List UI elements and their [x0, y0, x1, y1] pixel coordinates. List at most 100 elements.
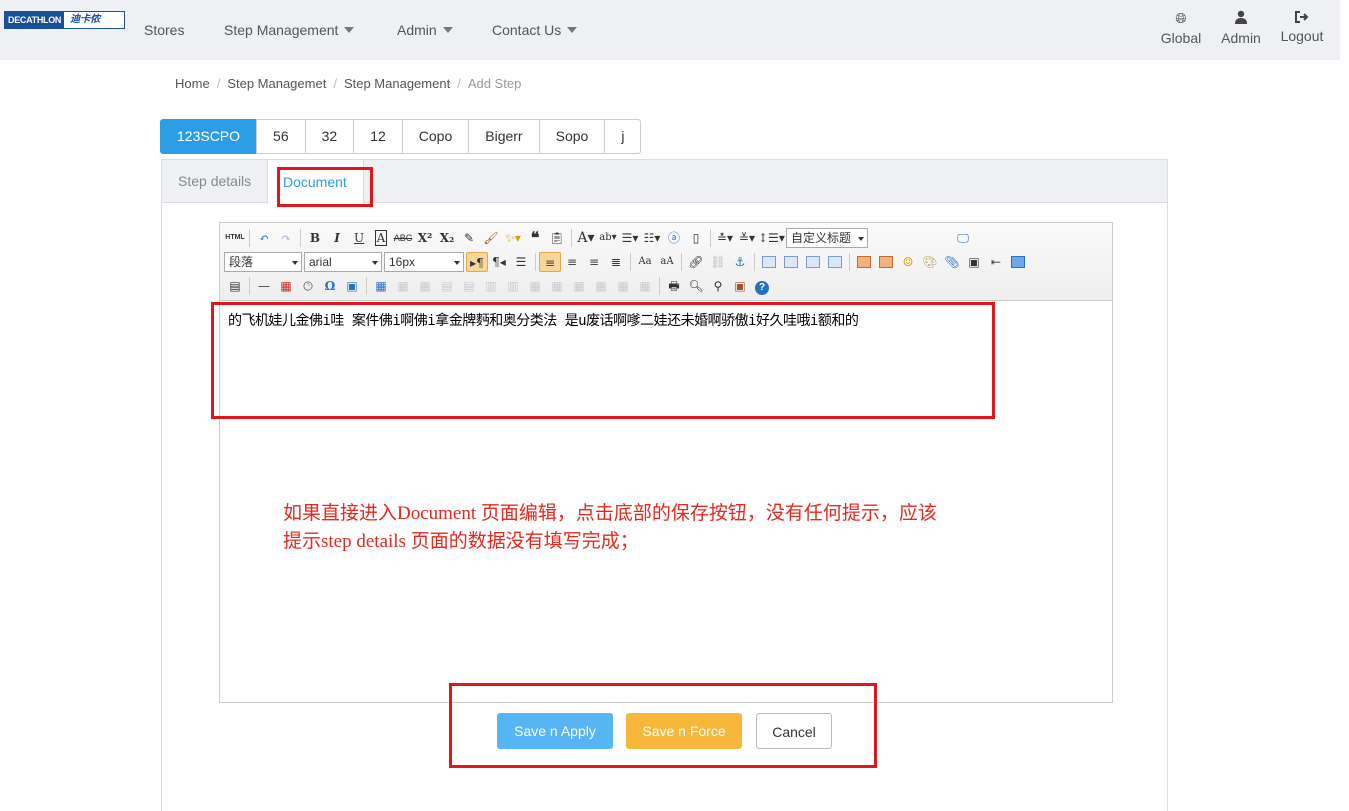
- breadcrumb-step-management[interactable]: Step Management: [344, 76, 450, 91]
- merge-right-icon[interactable]: ▦: [546, 276, 568, 296]
- decathlon-logo[interactable]: DECATHLON 迪卡侬: [4, 11, 125, 29]
- ltr-direction-icon[interactable]: ▸¶: [466, 252, 488, 272]
- italic-icon[interactable]: I: [326, 228, 348, 248]
- insert-row-icon[interactable]: ▤: [436, 276, 458, 296]
- image-right-icon[interactable]: [806, 256, 820, 268]
- nav-logout[interactable]: Logout: [1277, 10, 1327, 46]
- font-family-select[interactable]: arial: [304, 252, 382, 272]
- split-cols-icon[interactable]: ▦: [634, 276, 656, 296]
- date-icon[interactable]: ▦: [275, 276, 297, 296]
- template-icon[interactable]: [1011, 256, 1025, 268]
- eraser-icon[interactable]: ✎: [458, 228, 480, 248]
- emotion-icon[interactable]: ☺︎: [897, 252, 919, 272]
- underline-icon[interactable]: U: [348, 228, 370, 248]
- insert-col-icon[interactable]: ▥: [480, 276, 502, 296]
- image-center-icon[interactable]: [828, 256, 842, 268]
- undo-icon[interactable]: ↶: [253, 228, 275, 248]
- print-icon[interactable]: 🖶︎: [663, 276, 685, 296]
- nav-contact-us[interactable]: Contact Us: [492, 22, 578, 38]
- row-spacing-bottom-icon[interactable]: ≚▾: [736, 228, 758, 248]
- cancel-button[interactable]: Cancel: [756, 713, 832, 749]
- subscript-icon[interactable]: X₂: [436, 228, 458, 248]
- search-replace-icon[interactable]: ⚲: [707, 276, 729, 296]
- indent-icon[interactable]: ☰: [510, 252, 532, 272]
- rtl-direction-icon[interactable]: ¶◂: [488, 252, 510, 272]
- nav-stores[interactable]: Stores: [144, 22, 184, 38]
- select-all-icon[interactable]: ⓐ: [663, 228, 685, 248]
- pill-tab[interactable]: Copo: [401, 119, 470, 154]
- time-icon[interactable]: 🕒︎: [297, 276, 319, 296]
- strikethrough-icon[interactable]: ABC: [392, 228, 414, 248]
- page-break-icon[interactable]: ⇤: [985, 252, 1007, 272]
- custom-title-select[interactable]: 自定义标题: [786, 228, 868, 248]
- breadcrumb-step-managemet[interactable]: Step Managemet: [227, 76, 326, 91]
- font-color-icon[interactable]: A▾: [575, 228, 597, 248]
- redo-icon[interactable]: ↷: [275, 228, 297, 248]
- pill-tab[interactable]: 123SCPO: [160, 119, 258, 154]
- background-icon[interactable]: ▤: [224, 276, 246, 296]
- pill-tab[interactable]: Sopo: [538, 119, 606, 154]
- bold-icon[interactable]: B: [304, 228, 326, 248]
- align-justify-icon[interactable]: ≣: [605, 252, 627, 272]
- anchor-icon[interactable]: ⚓︎: [729, 252, 751, 272]
- nav-admin-user[interactable]: Admin: [1216, 10, 1266, 46]
- attachment-icon[interactable]: 📎︎: [941, 252, 963, 272]
- align-center-icon[interactable]: ≡: [561, 252, 583, 272]
- tab-step-details[interactable]: Step details: [178, 160, 251, 203]
- save-and-force-button[interactable]: Save n Force: [626, 713, 742, 749]
- nav-admin[interactable]: Admin: [397, 22, 453, 38]
- to-uppercase-icon[interactable]: Aa: [634, 252, 656, 272]
- font-border-icon[interactable]: A: [370, 228, 392, 248]
- ordered-list-icon[interactable]: ☰▾: [619, 228, 641, 248]
- image-left-icon[interactable]: [784, 256, 798, 268]
- breadcrumb-home[interactable]: Home: [175, 76, 210, 91]
- delete-col-icon[interactable]: ▥: [502, 276, 524, 296]
- insert-frame-icon[interactable]: ▣: [963, 252, 985, 272]
- format-brush-icon[interactable]: 🖌︎: [480, 228, 502, 248]
- unlink-icon[interactable]: ⛓︎: [707, 252, 729, 272]
- preview-icon[interactable]: 🔍︎: [685, 276, 707, 296]
- horizontal-rule-icon[interactable]: —: [253, 276, 275, 296]
- pill-tab[interactable]: 32: [304, 119, 355, 154]
- pill-tab[interactable]: 12: [353, 119, 403, 154]
- fullscreen-icon[interactable]: 🖵︎: [952, 228, 974, 248]
- simple-upload-icon[interactable]: [857, 256, 871, 268]
- drafts-icon[interactable]: ▣: [729, 276, 751, 296]
- nav-step-management[interactable]: Step Management: [224, 22, 355, 38]
- nav-global[interactable]: 🌐︎ Global: [1156, 10, 1206, 46]
- save-and-apply-button[interactable]: Save n Apply: [497, 713, 613, 749]
- to-lowercase-icon[interactable]: aA: [656, 252, 678, 272]
- delete-row-icon[interactable]: ▤: [458, 276, 480, 296]
- unordered-list-icon[interactable]: ☷▾: [641, 228, 663, 248]
- superscript-icon[interactable]: X²: [414, 228, 436, 248]
- insert-paragraph-before-table-icon[interactable]: ▦: [414, 276, 436, 296]
- link-icon[interactable]: 🔗︎: [685, 252, 707, 272]
- highlight-color-icon[interactable]: ab▾: [597, 228, 619, 248]
- paste-plain-icon[interactable]: 📋︎: [546, 228, 568, 248]
- merge-down-icon[interactable]: ▦: [568, 276, 590, 296]
- clear-doc-icon[interactable]: ▯: [685, 228, 707, 248]
- insert-table-icon[interactable]: ▦: [370, 276, 392, 296]
- split-rows-icon[interactable]: ▦: [612, 276, 634, 296]
- row-spacing-top-icon[interactable]: ≛▾: [714, 228, 736, 248]
- blockquote-icon[interactable]: ❝: [524, 228, 546, 248]
- code-icon[interactable]: ▣: [341, 276, 363, 296]
- font-size-select[interactable]: 16px: [384, 252, 464, 272]
- scrawl-icon[interactable]: 🎨︎: [919, 252, 941, 272]
- pill-tab[interactable]: j: [604, 119, 642, 154]
- image-none-icon[interactable]: [762, 256, 776, 268]
- auto-format-icon[interactable]: ✨︎▾: [502, 228, 524, 248]
- insert-image-icon[interactable]: [879, 256, 893, 268]
- align-right-icon[interactable]: ≡: [583, 252, 605, 272]
- delete-table-icon[interactable]: ▦: [392, 276, 414, 296]
- line-height-icon[interactable]: ↕☰▾: [758, 228, 785, 248]
- merge-cells-icon[interactable]: ▦: [524, 276, 546, 296]
- help-icon[interactable]: ?: [751, 276, 773, 296]
- pill-tab[interactable]: 56: [256, 119, 306, 154]
- align-left-icon[interactable]: ≡: [539, 252, 561, 272]
- html-source-button[interactable]: HTML: [224, 228, 246, 248]
- special-chars-icon[interactable]: Ω: [319, 276, 341, 296]
- pill-tab[interactable]: Bigerr: [468, 119, 540, 154]
- paragraph-select[interactable]: 段落: [224, 252, 302, 272]
- split-cells-icon[interactable]: ▦: [590, 276, 612, 296]
